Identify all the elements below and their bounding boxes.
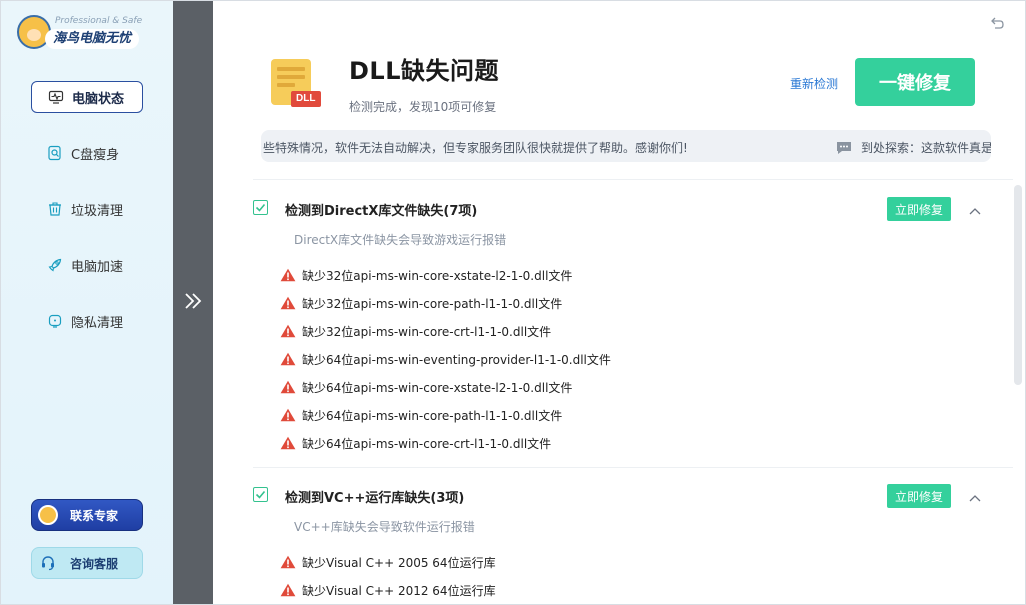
section-checkbox[interactable] [253, 200, 268, 215]
warning-icon [280, 555, 296, 569]
scan-summary: 检测完成，发现10项可修复 [349, 100, 497, 114]
section-header: 检测到VC++运行库缺失(3项) 立即修复 [213, 468, 1025, 508]
customer-service-button[interactable]: 咨询客服 [31, 547, 143, 579]
item-text: 缺少64位api-ms-win-eventing-provider-l1-1-0… [302, 352, 611, 367]
warning-icon [280, 296, 296, 310]
monitor-pulse-icon [48, 89, 64, 105]
sidebar-item-pc-status[interactable]: 电脑状态 [31, 81, 143, 113]
warning-icon [280, 352, 296, 366]
list-item: 缺少64位api-ms-win-eventing-provider-l1-1-0… [213, 345, 1025, 373]
section-title: 检测到VC++运行库缺失(3项) [285, 491, 465, 506]
fix-now-button[interactable]: 立即修复 [887, 197, 951, 221]
result-header: DLL DLL缺失问题 检测完成，发现10项可修复 重新检测 一键修复 [213, 1, 1025, 131]
section-items: 缺少32位api-ms-win-core-xstate-l2-1-0.dll文件… [213, 261, 1025, 457]
item-text: 缺少32位api-ms-win-core-crt-l1-1-0.dll文件 [302, 324, 552, 339]
ticker-chat-text: 到处探索：这款软件真是 [861, 141, 991, 155]
section-header: 检测到DirectX库文件缺失(7项) 立即修复 [213, 181, 1025, 221]
chevron-up-icon[interactable] [968, 488, 982, 507]
main-panel: DLL DLL缺失问题 检测完成，发现10项可修复 重新检测 一键修复 些特殊情… [213, 1, 1025, 604]
sidebar-item-c-drive-slim[interactable]: C盘瘦身 [31, 137, 143, 169]
list-item: 缺少32位api-ms-win-core-crt-l1-1-0.dll文件 [213, 317, 1025, 345]
chevron-up-icon[interactable] [968, 201, 982, 220]
issue-section-directx: 检测到DirectX库文件缺失(7项) 立即修复 DirectX库文件缺失会导致… [213, 181, 1025, 468]
list-item: 缺少64位api-ms-win-core-crt-l1-1-0.dll文件 [213, 429, 1025, 457]
page-title: DLL缺失问题 [349, 57, 500, 85]
testimonial-ticker: 些特殊情况，软件无法自动解决，但专家服务团队很快就提供了帮助。感谢你们! 到处探… [261, 130, 991, 162]
sidebar-item-label: 电脑状态 [72, 91, 125, 107]
sidebar-item-privacy-clean[interactable]: 隐私清理 [31, 305, 143, 337]
contact-expert-button[interactable]: 联系专家 [31, 499, 143, 531]
sidebar-item-label: C盘瘦身 [71, 147, 120, 163]
sidebar-item-label: 垃圾清理 [71, 203, 124, 219]
issue-list[interactable]: 检测到DirectX库文件缺失(7项) 立即修复 DirectX库文件缺失会导致… [213, 181, 1025, 604]
sidebar-item-junk-clean[interactable]: 垃圾清理 [31, 193, 143, 225]
dll-file-icon: DLL [269, 57, 321, 109]
double-chevron-right-icon [182, 291, 204, 315]
list-item: 缺少32位api-ms-win-core-xstate-l2-1-0.dll文件 [213, 261, 1025, 289]
rescan-link[interactable]: 重新检测 [790, 75, 838, 92]
item-text: 缺少64位api-ms-win-core-path-l1-1-0.dll文件 [302, 408, 563, 423]
sidebar-item-label: 电脑加速 [71, 259, 124, 275]
warning-icon [280, 583, 296, 597]
sidebar-item-label: 隐私清理 [71, 315, 124, 331]
sidebar-item-pc-speedup[interactable]: 电脑加速 [31, 249, 143, 281]
list-item: 缺少32位api-ms-win-core-path-l1-1-0.dll文件 [213, 289, 1025, 317]
list-item: 缺少64位api-ms-win-core-path-l1-1-0.dll文件 [213, 401, 1025, 429]
scrollbar-thumb[interactable] [1014, 185, 1022, 385]
rocket-icon [47, 257, 63, 273]
section-title: 检测到DirectX库文件缺失(7项) [285, 204, 478, 219]
list-item: 缺少Visual C++ 2005 64位运行库 [213, 548, 1025, 576]
sidebar-nav: 电脑状态 C盘瘦身 垃圾清理 电脑加速 隐私清理 [1, 81, 173, 361]
section-checkbox[interactable] [253, 487, 268, 502]
item-text: 缺少64位api-ms-win-core-crt-l1-1-0.dll文件 [302, 436, 552, 451]
item-text: 缺少32位api-ms-win-core-path-l1-1-0.dll文件 [302, 296, 563, 311]
check-icon [255, 490, 266, 499]
section-items: 缺少Visual C++ 2005 64位运行库 缺少Visual C++ 20… [213, 548, 1025, 604]
warning-icon [280, 268, 296, 282]
customer-service-label: 咨询客服 [70, 556, 119, 571]
list-item: 缺少64位api-ms-win-core-xstate-l2-1-0.dll文件 [213, 373, 1025, 401]
headset-icon [40, 555, 56, 571]
sidebar: Professional & Safe 海鸟电脑无忧 电脑状态 C盘瘦身 垃圾清… [1, 1, 173, 604]
section-description: DirectX库文件缺失会导致游戏运行报错 [294, 233, 507, 247]
item-text: 缺少64位api-ms-win-core-xstate-l2-1-0.dll文件 [302, 380, 573, 395]
dll-badge-label: DLL [296, 93, 316, 104]
disk-search-icon [47, 145, 63, 161]
list-item: 缺少Visual C++ 2012 64位运行库 [213, 576, 1025, 604]
check-icon [255, 203, 266, 212]
item-text: 缺少Visual C++ 2012 64位运行库 [302, 583, 496, 598]
privacy-shield-icon [47, 313, 63, 329]
expert-avatar-icon [38, 505, 58, 525]
divider [253, 179, 1013, 180]
warning-icon [280, 436, 296, 450]
item-text: 缺少32位api-ms-win-core-xstate-l2-1-0.dll文件 [302, 268, 573, 283]
warning-icon [280, 380, 296, 394]
ticker-chat-item: 到处探索：这款软件真是 [835, 139, 991, 156]
item-text: 缺少Visual C++ 2005 64位运行库 [302, 555, 496, 570]
one-click-fix-button[interactable]: 一键修复 [855, 58, 975, 106]
brand-logo: Professional & Safe 海鸟电脑无忧 [17, 15, 167, 55]
brand-name: 海鸟电脑无忧 [45, 29, 140, 49]
section-description: VC++库缺失会导致软件运行报错 [294, 520, 475, 534]
warning-icon [280, 408, 296, 422]
app-window: Professional & Safe 海鸟电脑无忧 电脑状态 C盘瘦身 垃圾清… [0, 0, 1026, 605]
issue-section-vcpp: 检测到VC++运行库缺失(3项) 立即修复 VC++库缺失会导致软件运行报错 缺… [213, 468, 1025, 604]
chat-bubble-icon [837, 141, 851, 154]
trash-icon [47, 201, 63, 217]
brand-tagline: Professional & Safe [55, 16, 143, 26]
sidebar-collapse-toggle[interactable] [173, 1, 213, 604]
fix-now-button[interactable]: 立即修复 [887, 484, 951, 508]
warning-icon [280, 324, 296, 338]
contact-expert-label: 联系专家 [70, 508, 119, 523]
ticker-text: 些特殊情况，软件无法自动解决，但专家服务团队很快就提供了帮助。感谢你们! [263, 141, 688, 155]
